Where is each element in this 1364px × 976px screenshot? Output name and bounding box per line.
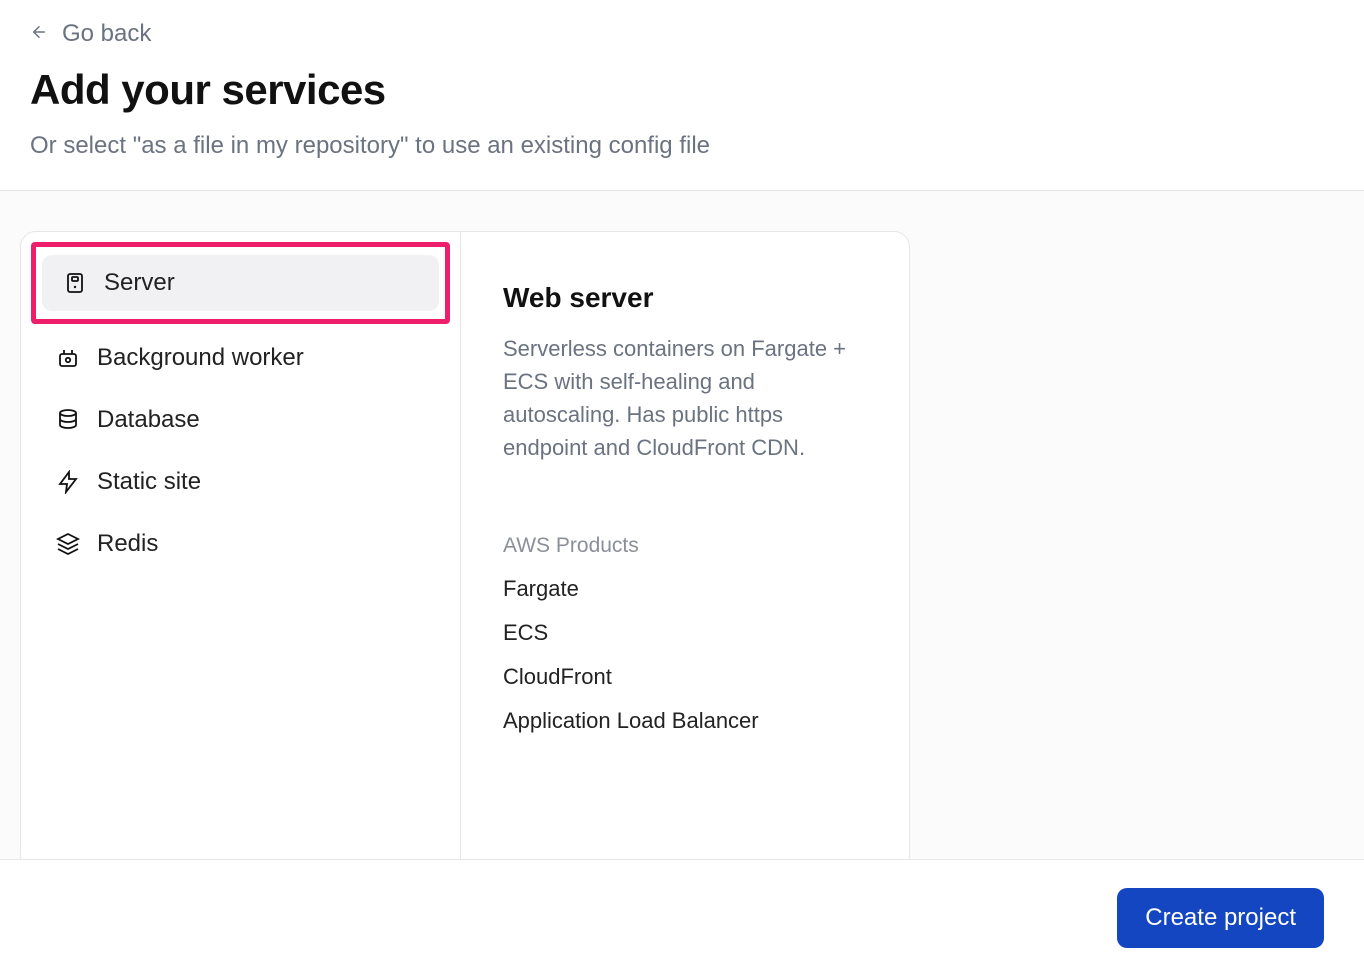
aws-product: Fargate [503, 576, 867, 602]
database-icon [55, 407, 81, 433]
service-item-server[interactable]: Server [42, 255, 439, 311]
go-back-link[interactable]: Go back [30, 20, 151, 48]
page-subtitle: Or select "as a file in my repository" t… [30, 132, 1334, 160]
service-list: Server Background worker Database S [21, 232, 461, 870]
arrow-left-icon [30, 20, 48, 48]
service-item-background-worker[interactable]: Background worker [35, 330, 446, 386]
page-header: Go back Add your services Or select "as … [0, 0, 1364, 191]
service-item-static-site[interactable]: Static site [35, 454, 446, 510]
worker-icon [55, 345, 81, 371]
go-back-label: Go back [62, 20, 151, 48]
service-label: Background worker [97, 344, 304, 372]
aws-product: Application Load Balancer [503, 708, 867, 734]
aws-products-label: AWS Products [503, 534, 867, 558]
content-area: Server Background worker Database S [0, 191, 1364, 871]
service-label: Server [104, 269, 175, 297]
services-panel: Server Background worker Database S [20, 231, 910, 871]
service-label: Static site [97, 468, 201, 496]
service-label: Redis [97, 530, 158, 558]
footer-bar: Create project [0, 859, 1364, 976]
create-project-button[interactable]: Create project [1117, 888, 1324, 948]
selection-highlight: Server [31, 242, 450, 324]
service-item-database[interactable]: Database [35, 392, 446, 448]
page-title: Add your services [30, 66, 1334, 114]
service-item-redis[interactable]: Redis [35, 516, 446, 572]
service-label: Database [97, 406, 200, 434]
server-icon [62, 270, 88, 296]
lightning-icon [55, 469, 81, 495]
service-detail: Web server Serverless containers on Farg… [461, 232, 909, 870]
layers-icon [55, 531, 81, 557]
aws-product: CloudFront [503, 664, 867, 690]
detail-description: Serverless containers on Fargate + ECS w… [503, 332, 867, 464]
aws-product: ECS [503, 620, 867, 646]
detail-title: Web server [503, 282, 867, 314]
